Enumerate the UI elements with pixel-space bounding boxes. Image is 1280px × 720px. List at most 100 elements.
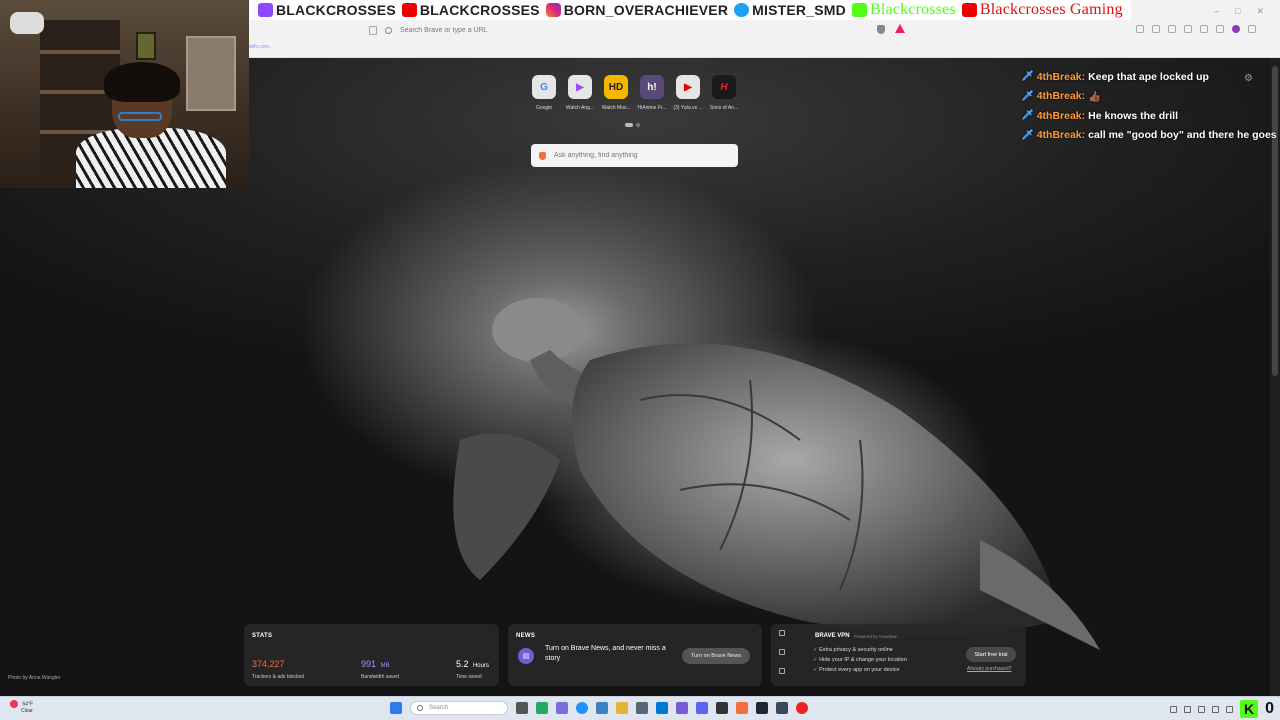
already-purchased-link[interactable]: Already purchased? (967, 666, 1011, 672)
weather-icon (10, 700, 18, 708)
bookmark-icon[interactable] (369, 25, 377, 35)
brave-rewards-icon[interactable] (895, 24, 905, 33)
explorer-icon[interactable] (616, 702, 628, 714)
taskbar-search[interactable]: Search (410, 701, 508, 715)
address-placeholder: Search Brave or type a URL (400, 26, 488, 34)
top-site-caption: Google (535, 105, 553, 111)
brave-icon[interactable] (736, 702, 748, 714)
page-scrollbar[interactable] (1270, 58, 1280, 696)
top-site-youtube[interactable]: ▶ (3) Yuta vs ... (673, 75, 703, 111)
kick-overlay-logo: K (1240, 700, 1259, 718)
stat-sub: Bandwidth saved (361, 674, 400, 680)
social-overlay: BLACKCROSSES BLACKCROSSES BORN_OVERACHIE… (250, 0, 1131, 20)
social-twitch: BLACKCROSSES (258, 2, 396, 18)
tab-hint: skfs.com... (249, 44, 273, 50)
discord-icon[interactable] (696, 702, 708, 714)
top-site-caption: HiAnime Fr... (637, 105, 667, 111)
top-site-google[interactable]: G Google (532, 75, 556, 111)
store-icon[interactable] (596, 702, 608, 714)
cards-tab-icon[interactable] (779, 668, 785, 674)
bookmarks-icon[interactable] (1168, 25, 1176, 33)
chrome-icon[interactable] (796, 702, 808, 714)
taskbar: 64°F Clear Search K 0 (0, 696, 1280, 720)
social-handle: BLACKCROSSES (419, 2, 540, 18)
vpn-tab-icon[interactable] (779, 630, 785, 636)
chat-user: 4thBreak: (1036, 70, 1086, 83)
split-view-icon[interactable] (1152, 25, 1160, 33)
stat-value: 991 (361, 659, 377, 669)
steam-icon[interactable] (756, 702, 768, 714)
wifi-icon[interactable] (1184, 705, 1192, 713)
kick-icon (851, 3, 867, 17)
streamer-glasses (118, 112, 162, 121)
wallet-icon[interactable] (1200, 25, 1208, 33)
system-tray: K 0 (1170, 700, 1274, 718)
stat-value: 5.2 (456, 659, 469, 669)
edge-icon[interactable] (576, 702, 588, 714)
stat-unit: MB (380, 663, 390, 669)
ntp-search-input[interactable] (554, 152, 724, 159)
stat-time: 5.2 Hours Time saved (456, 654, 489, 680)
taskbar-apps: Search (390, 701, 808, 715)
vscode-icon[interactable] (676, 702, 688, 714)
chat-user: 4thBreak: (1036, 109, 1086, 122)
settings-icon[interactable] (776, 702, 788, 714)
sword-badge-icon: 🗡 (1021, 129, 1034, 141)
widgets-icon[interactable] (536, 702, 548, 714)
vpn-feature: Extra privacy & security online (813, 645, 907, 655)
room-window (186, 36, 236, 111)
top-sites-pager[interactable] (625, 123, 640, 127)
vpn-widget: BRAVE VPN Powered by Guardian Extra priv… (771, 624, 1026, 686)
obs-icon[interactable] (716, 702, 728, 714)
start-icon[interactable] (390, 702, 402, 714)
top-site-sons[interactable]: H Sons of An... (710, 75, 738, 111)
youtube-icon (401, 3, 417, 17)
maximize-icon[interactable]: □ (1235, 6, 1240, 17)
leo-icon[interactable] (1216, 25, 1224, 33)
display-icon[interactable] (1212, 705, 1220, 713)
mic-icon[interactable] (1198, 705, 1206, 713)
teams-icon[interactable] (556, 702, 568, 714)
photos-icon[interactable] (656, 702, 668, 714)
social-twitter: MISTER_SMD (734, 2, 846, 18)
volume-icon[interactable] (1226, 705, 1234, 713)
turn-on-news-button[interactable]: Turn on Brave News (682, 648, 750, 664)
twitch-icon (258, 3, 273, 17)
weather-widget[interactable]: 64°F Clear (10, 700, 33, 715)
rewards-tab-icon[interactable] (779, 649, 785, 655)
vpn-title: BRAVE VPN (815, 633, 850, 639)
chevron-up-icon[interactable] (1170, 705, 1178, 713)
sword-badge-icon: 🗡 (1021, 90, 1034, 102)
extensions-icon[interactable] (1184, 25, 1192, 33)
top-site-hianime[interactable]: h! HiAnime Fr... (638, 75, 666, 111)
youtube-icon: ▶ (676, 75, 700, 99)
social-handle: BORN_OVERACHIEVER (563, 2, 729, 18)
twitter-icon (734, 3, 750, 17)
mail-icon[interactable] (636, 702, 648, 714)
profile-icon[interactable] (1232, 25, 1240, 33)
chat-text: Keep that ape locked up (1088, 70, 1209, 83)
sidebar-icon[interactable] (1136, 25, 1144, 33)
youtube-icon (961, 3, 977, 17)
top-site-watch-mov[interactable]: HD Watch Mov... (602, 75, 630, 111)
photo-credit[interactable]: Photo by Anna Wangler (8, 675, 60, 681)
close-icon[interactable]: ✕ (1256, 6, 1264, 17)
ntp-search-box[interactable] (531, 144, 738, 167)
minimize-icon[interactable]: – (1214, 6, 1219, 17)
wall-frame (136, 32, 156, 60)
brave-shield-icon[interactable] (877, 25, 885, 34)
microphone (10, 12, 44, 34)
brave-lion-icon (539, 151, 546, 160)
menu-icon[interactable] (1248, 25, 1256, 33)
start-trial-button[interactable]: Start free trial (966, 647, 1016, 662)
social-youtube: BLACKCROSSES (401, 2, 540, 18)
address-bar[interactable]: Search Brave or type a URL (369, 22, 909, 38)
task-view-icon[interactable] (516, 702, 528, 714)
social-kick: Blackcrosses (851, 1, 956, 19)
chat-message: 🗡 4thBreak: Keep that ape locked up (1021, 67, 1277, 87)
weather-temp: 64°F (22, 701, 34, 708)
h-icon: H (712, 75, 736, 99)
top-site-watch-ang[interactable]: ▶ Watch Ang... (566, 75, 594, 111)
window-controls: – □ ✕ (1214, 6, 1264, 17)
sword-badge-icon: 🗡 (1021, 110, 1034, 122)
